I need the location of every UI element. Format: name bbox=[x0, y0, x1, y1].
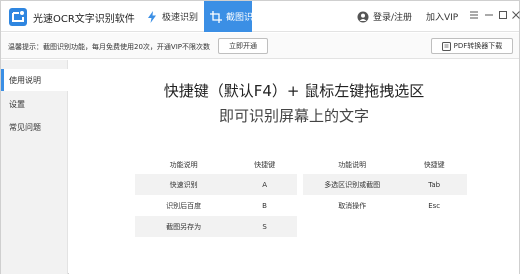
table-header-row: 功能说明 快捷键 bbox=[303, 156, 467, 174]
app-window: 光速OCR文字识别软件 极速识别 截图识别 登录/注册 加入VIP 温馨提示：截… bbox=[0, 0, 520, 274]
notice-bar: 温馨提示：截图识别功能，每月免费使用20次，开通VIP不限次数 立即开通 PDF… bbox=[1, 33, 519, 59]
function-cell: 识别后百度 bbox=[166, 201, 202, 210]
sidebar-item-faq[interactable]: 常见问题 bbox=[1, 116, 68, 138]
shortcut-cell: B bbox=[262, 201, 267, 210]
pdf-icon bbox=[441, 41, 451, 51]
tab-fast-recognition[interactable]: 极速识别 bbox=[136, 1, 202, 32]
column-header-shortcut: 快捷键 bbox=[254, 161, 276, 169]
column-header-shortcut: 快捷键 bbox=[423, 161, 445, 169]
shortcut-table-right: 功能说明 快捷键 多选区识别或截图 Tab 取消操作 Esc bbox=[303, 156, 467, 216]
shortcut-subheadline: 即可识别屏幕上的文字 bbox=[218, 107, 369, 125]
column-header-function: 功能说明 bbox=[338, 161, 367, 169]
shortcut-cell: Tab bbox=[428, 180, 441, 189]
tab-label: 极速识别 bbox=[162, 13, 199, 23]
table-row: 多选区识别或截图 Tab bbox=[303, 174, 467, 195]
user-icon bbox=[357, 11, 369, 23]
shortcut-cell: Esc bbox=[428, 201, 441, 210]
screenshot-icon bbox=[210, 10, 222, 23]
open-vip-button[interactable]: 立即开通 bbox=[218, 38, 268, 54]
join-vip-link[interactable]: 加入VIP bbox=[426, 10, 458, 23]
function-cell: 取消操作 bbox=[338, 201, 367, 210]
app-title: 光速OCR文字识别软件 bbox=[33, 14, 135, 25]
lightning-icon bbox=[146, 10, 158, 23]
tab-label: 截图识别 bbox=[226, 13, 263, 23]
title-bar: 光速OCR文字识别软件 极速识别 截图识别 登录/注册 加入VIP bbox=[1, 1, 520, 32]
sidebar-item-label: 常见问题 bbox=[9, 122, 41, 132]
function-cell: 截图另存为 bbox=[166, 222, 202, 231]
column-header-function: 功能说明 bbox=[169, 161, 198, 169]
sidebar-item-settings[interactable]: 设置 bbox=[1, 93, 68, 115]
app-logo-icon bbox=[9, 8, 27, 26]
sidebar: 使用说明 设置 常见问题 bbox=[1, 60, 68, 274]
close-icon[interactable] bbox=[510, 9, 520, 21]
table-row: 识别后百度 B bbox=[135, 195, 297, 216]
menu-icon[interactable] bbox=[468, 9, 480, 21]
tab-screenshot-recognition[interactable]: 截图识别 bbox=[204, 1, 262, 32]
shortcut-table-left: 功能说明 快捷键 快速识别 A 识别后百度 B 截图另存为 S bbox=[135, 156, 297, 237]
notice-text: 温馨提示：截图识别功能，每月免费使用20次，开通VIP不限次数 bbox=[8, 43, 210, 51]
sidebar-item-label: 设置 bbox=[9, 99, 25, 109]
login-label: 登录/注册 bbox=[373, 13, 413, 23]
function-cell: 快速识别 bbox=[169, 180, 198, 189]
shortcut-headline: 快捷键（默认F4）+ 鼠标左键拖拽选区 bbox=[163, 82, 425, 100]
sidebar-item-usage-guide[interactable]: 使用说明 bbox=[1, 69, 68, 91]
function-cell: 多选区识别或截图 bbox=[324, 180, 381, 189]
table-row: 快速识别 A bbox=[135, 174, 297, 195]
main-content: 快捷键（默认F4）+ 鼠标左键拖拽选区 即可识别屏幕上的文字 功能说明 快捷键 … bbox=[69, 60, 519, 274]
table-header-row: 功能说明 快捷键 bbox=[135, 156, 297, 174]
maximize-icon[interactable] bbox=[497, 9, 509, 21]
pdf-button-label: PDF转换器下载 bbox=[453, 42, 503, 50]
table-row: 截图另存为 S bbox=[135, 216, 297, 237]
minimize-icon[interactable] bbox=[483, 9, 495, 21]
login-register-link[interactable]: 登录/注册 bbox=[357, 10, 412, 23]
shortcut-cell: A bbox=[262, 180, 267, 189]
shortcut-cell: S bbox=[262, 222, 267, 231]
table-row: 取消操作 Esc bbox=[303, 195, 467, 216]
sidebar-item-label: 使用说明 bbox=[9, 75, 41, 85]
pdf-converter-download-button[interactable]: PDF转换器下载 bbox=[431, 38, 513, 54]
